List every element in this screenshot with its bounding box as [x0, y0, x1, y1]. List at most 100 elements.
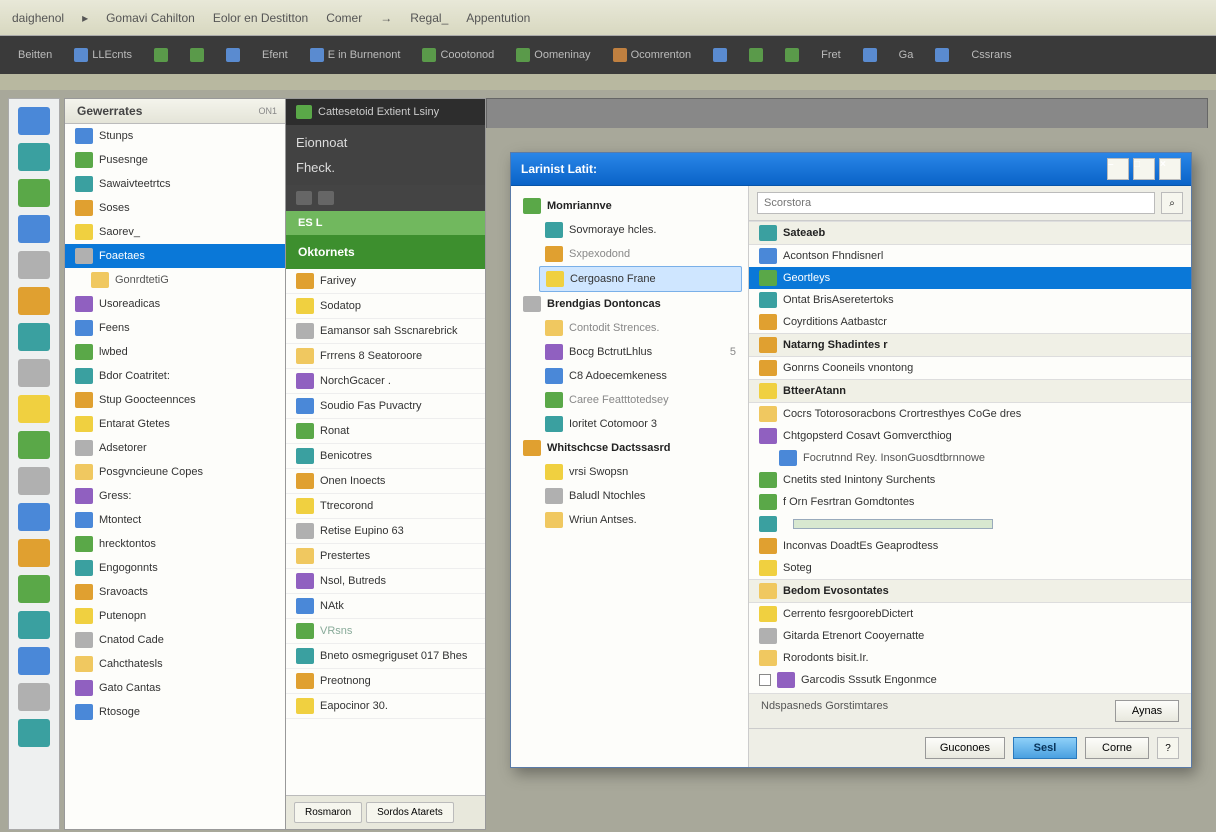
nav-item[interactable]: Cahcthatesls	[65, 652, 285, 676]
option-group-header[interactable]: Sateaeb	[749, 221, 1191, 245]
nav-item[interactable]: Feens	[65, 316, 285, 340]
toolbar-button[interactable]: Oomeninay	[508, 45, 598, 65]
list-item[interactable]: NorchGcacer .	[286, 369, 485, 394]
list-item[interactable]: Preotnong	[286, 669, 485, 694]
mini-icon[interactable]	[18, 575, 50, 603]
list-item[interactable]: Frrrens 8 Seatoroore	[286, 344, 485, 369]
option-item[interactable]: f Orn Fesrtran Gomdtontes	[749, 491, 1191, 513]
dialog-titlebar[interactable]: Larinist Latit: – □ ×	[511, 153, 1191, 186]
tree-item[interactable]: Contodit Strences.	[539, 316, 742, 340]
option-item[interactable]: Inconvas DoadtEs Geaprodtess	[749, 535, 1191, 557]
nav-item[interactable]: hrecktontos	[65, 532, 285, 556]
toolbar-button[interactable]: Coootonod	[414, 45, 502, 65]
toolbar-button[interactable]	[927, 45, 957, 65]
mini-icon[interactable]	[18, 503, 50, 531]
cancel-button[interactable]: Corne	[1085, 737, 1149, 759]
option-item[interactable]: Focrutnnd Rey. InsonGuosdtbrnnowe	[749, 447, 1191, 469]
tree-item[interactable]: Sovmoraye hcles.	[539, 218, 742, 242]
list-item[interactable]: VRsns	[286, 619, 485, 644]
option-item[interactable]	[749, 513, 1191, 535]
option-item[interactable]: Cnetits sted Inintony Surchents	[749, 469, 1191, 491]
list-item[interactable]: Retise Eupino 63	[286, 519, 485, 544]
extra-button[interactable]: Aynas	[1115, 700, 1179, 722]
menu-item[interactable]: Eolor en Destitton	[213, 11, 308, 25]
help-button[interactable]: ?	[1157, 737, 1179, 759]
list-item[interactable]: Farivey	[286, 269, 485, 294]
tree-item[interactable]: Sxpexodond	[539, 242, 742, 266]
close-icon[interactable]: ×	[1159, 158, 1181, 180]
mini-icon[interactable]	[18, 611, 50, 639]
tree-item[interactable]: Brendgias Dontoncas	[517, 292, 742, 316]
option-item[interactable]: Rorodonts bisit.Ir.	[749, 647, 1191, 669]
nav-item[interactable]: Mtontect	[65, 508, 285, 532]
nav-item[interactable]: Rtosoge	[65, 700, 285, 724]
toolbar-button[interactable]	[218, 45, 248, 65]
tree-item[interactable]: Wriun Antses.	[539, 508, 742, 532]
tree-item[interactable]: C8 Adoecemkeness	[539, 364, 742, 388]
tree-item[interactable]: Caree Featttotedsey	[539, 388, 742, 412]
toolbar-button[interactable]	[741, 45, 771, 65]
checkbox[interactable]	[759, 674, 771, 686]
tree-item[interactable]: Bocg BctrutLhlus5	[539, 340, 742, 364]
mini-icon[interactable]	[18, 647, 50, 675]
mini-icon[interactable]	[18, 719, 50, 747]
list-item[interactable]: Soudio Fas Puvactry	[286, 394, 485, 419]
mini-icon[interactable]	[18, 323, 50, 351]
list-item[interactable]: NAtk	[286, 594, 485, 619]
minimize-icon[interactable]: –	[1107, 158, 1129, 180]
nav-item[interactable]: Stup Goocteennces	[65, 388, 285, 412]
tab[interactable]: Rosmaron	[294, 802, 362, 823]
option-group-header[interactable]: Bedom Evosontates	[749, 579, 1191, 603]
mini-icon[interactable]	[18, 359, 50, 387]
list-item[interactable]: Eapocinor 30.	[286, 694, 485, 719]
nav-item[interactable]: Sawaivteetrtcs	[65, 172, 285, 196]
menu-item[interactable]: Gomavi Cahilton	[106, 11, 195, 25]
tool-icon[interactable]	[318, 191, 334, 205]
tree-item[interactable]: Momriannve	[517, 194, 742, 218]
mini-icon[interactable]	[18, 143, 50, 171]
option-item[interactable]: Acontson Fhndisnerl	[749, 245, 1191, 267]
list-item[interactable]: Eamansor sah Sscnarebrick	[286, 319, 485, 344]
option-item[interactable]: Chtgopsterd Cosavt Gomvercthiog	[749, 425, 1191, 447]
mini-icon[interactable]	[18, 107, 50, 135]
nav-item[interactable]: Engogonnts	[65, 556, 285, 580]
list-item[interactable]: Sodatop	[286, 294, 485, 319]
option-item[interactable]: Gonrns Cooneils vnontong	[749, 357, 1191, 379]
toolbar-button[interactable]	[182, 45, 212, 65]
mini-icon[interactable]	[18, 467, 50, 495]
option-item[interactable]: Gitarda Etrenort Cooyernatte	[749, 625, 1191, 647]
toolbar-button[interactable]: E in Burnenont	[302, 45, 409, 65]
list-item[interactable]: Bneto osmegriguset 017 Bhes	[286, 644, 485, 669]
menu-item[interactable]: Regal_	[410, 11, 448, 25]
mini-icon[interactable]	[18, 287, 50, 315]
toolbar-button[interactable]: Efent	[254, 46, 296, 64]
nav-item[interactable]: Foaetaes	[65, 244, 285, 268]
nav-item[interactable]: GonrdtetiG	[65, 268, 285, 292]
option-item[interactable]: Geortleys	[749, 267, 1191, 289]
apply-button[interactable]: Sesl	[1013, 737, 1077, 759]
nav-item[interactable]: Pusesnge	[65, 148, 285, 172]
menu-item[interactable]: Appentution	[466, 11, 530, 25]
toolbar-button[interactable]: Cssrans	[963, 46, 1019, 64]
option-group-header[interactable]: BtteerAtann	[749, 379, 1191, 403]
extra-link[interactable]: Ndspasneds Gorstimtares	[761, 700, 888, 722]
mini-icon[interactable]	[18, 539, 50, 567]
tree-item[interactable]: Whitschcse Dactssasrd	[517, 436, 742, 460]
nav-item[interactable]: Entarat Gtetes	[65, 412, 285, 436]
search-go-button[interactable]: ⌕	[1161, 192, 1183, 214]
tree-item[interactable]: Cergoasno Frane	[539, 266, 742, 292]
nav-item[interactable]: Sravoacts	[65, 580, 285, 604]
list-item[interactable]: Onen Inoects	[286, 469, 485, 494]
nav-item[interactable]: Cnatod Cade	[65, 628, 285, 652]
nav-item[interactable]: Stunps	[65, 124, 285, 148]
option-item[interactable]: Cerrento fesrgoorebDictert	[749, 603, 1191, 625]
mini-icon[interactable]	[18, 179, 50, 207]
toolbar-button[interactable]	[777, 45, 807, 65]
menu-item[interactable]: Comer	[326, 11, 362, 25]
toolbar-button[interactable]: LLEcnts	[66, 45, 140, 65]
option-item[interactable]: Garcodis Sssutk Engonmce	[749, 669, 1191, 691]
menu-item[interactable]: daighenol	[12, 11, 64, 25]
toolbar-button[interactable]: Ocomrenton	[605, 45, 700, 65]
option-item[interactable]: Cocrs Totorosoracbons Crortresthyes CoGe…	[749, 403, 1191, 425]
tool-icon[interactable]	[296, 191, 312, 205]
